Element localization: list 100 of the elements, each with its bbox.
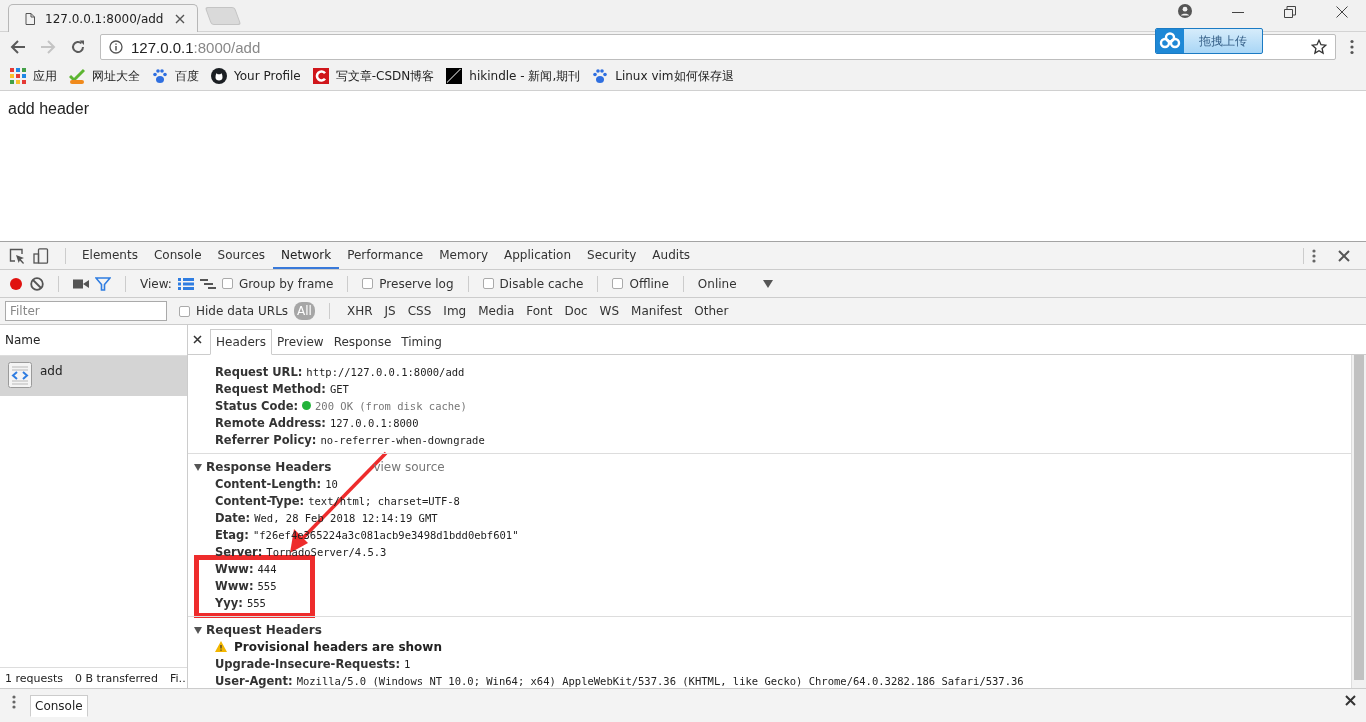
filter-field[interactable]: Filter: [5, 301, 167, 321]
panel-tab[interactable]: Sources: [209, 242, 274, 269]
type-filter[interactable]: Doc: [561, 302, 591, 320]
header-name: Request URL:: [215, 364, 303, 379]
page-icon: [25, 12, 35, 25]
device-icon[interactable]: [33, 247, 49, 264]
header-value: http://127.0.0.1:8000/add: [306, 365, 465, 378]
section-toggle[interactable]: Response Headers: [194, 459, 332, 474]
header-name: Upgrade-Insecure-Requests:: [215, 656, 401, 671]
more-icon[interactable]: [12, 695, 16, 709]
square-icon: [446, 68, 463, 84]
panel-tab[interactable]: Memory: [431, 242, 496, 269]
reload-icon[interactable]: [70, 39, 86, 55]
bookmark[interactable]: 应用: [10, 67, 57, 85]
close-icon[interactable]: [1336, 6, 1348, 18]
more-icon[interactable]: [1312, 248, 1316, 263]
profile-icon[interactable]: [1178, 4, 1192, 18]
checkbox[interactable]: [221, 278, 233, 289]
record-icon[interactable]: [8, 275, 24, 292]
panel-tab[interactable]: Performance: [339, 242, 432, 269]
waterfall-icon[interactable]: [199, 277, 216, 290]
browser-tab[interactable]: 127.0.0.1:8000/add: [8, 4, 198, 32]
header-name: Server:: [215, 544, 263, 559]
star-icon[interactable]: [1311, 39, 1327, 55]
detail-tab[interactable]: Preview: [271, 330, 329, 354]
close-icon[interactable]: [1345, 695, 1356, 706]
close-icon[interactable]: [193, 335, 202, 344]
cat-icon: [211, 68, 227, 84]
header-value: Mozilla/5.0 (Windows NT 10.0; Win64; x64) AppleWebKit/537.36 (KHTML, like Gecko) Chrome/64.0.3282.186 Safari/537.36: [296, 674, 1024, 687]
header-name: Content-Length:: [215, 476, 322, 491]
close-icon[interactable]: [1338, 249, 1350, 262]
section-toggle[interactable]: Request Headers: [194, 622, 322, 637]
request-row[interactable]: add: [0, 356, 187, 396]
header-name: Www:: [215, 578, 254, 593]
drawer-tab[interactable]: Console: [30, 695, 88, 717]
type-filter[interactable]: JS: [381, 302, 399, 320]
menu-icon[interactable]: [1350, 39, 1354, 55]
header-name: Date:: [215, 510, 251, 525]
detail-tab[interactable]: Timing: [396, 330, 447, 354]
panel-tab[interactable]: Application: [496, 242, 580, 269]
type-filter[interactable]: Manifest: [628, 302, 686, 320]
upload-button[interactable]: 拖拽上传: [1155, 28, 1263, 54]
warning-text: Provisional headers are shown: [234, 639, 442, 654]
cloud-icon: [1156, 29, 1184, 53]
restore-icon[interactable]: [1284, 6, 1296, 18]
bookmark[interactable]: 写文章-CSDN博客: [312, 67, 435, 85]
header-name: Remote Address:: [215, 415, 326, 430]
type-filter[interactable]: Img: [440, 302, 470, 320]
status-dot: [302, 401, 312, 410]
type-filter[interactable]: Other: [691, 302, 732, 320]
back-icon[interactable]: [10, 39, 26, 55]
page-text: add header: [8, 100, 89, 118]
close-icon[interactable]: [175, 13, 185, 24]
type-filter[interactable]: CSS: [404, 302, 435, 320]
header-value: 444: [257, 562, 277, 575]
clear-icon[interactable]: [30, 276, 44, 291]
scrollbar[interactable]: [1351, 355, 1366, 688]
checkbox-label[interactable]: Offline: [629, 276, 669, 291]
header-value: Wed, 28 Feb 2018 12:14:19 GMT: [254, 511, 438, 524]
checkbox[interactable]: [482, 278, 494, 289]
filter-icon[interactable]: [95, 276, 111, 291]
info-icon: [109, 40, 123, 54]
panel-tab[interactable]: Audits: [644, 242, 699, 269]
header-value: GET: [329, 382, 349, 395]
panel-tab[interactable]: Elements: [74, 242, 146, 269]
checkbox-label[interactable]: Disable cache: [499, 276, 584, 291]
panel-tab[interactable]: Console: [145, 242, 210, 269]
bookmark[interactable]: Linux vim如何保存退: [592, 67, 734, 85]
detail-tab[interactable]: Response: [328, 330, 397, 354]
list-icon[interactable]: [177, 277, 194, 290]
checkbox-label[interactable]: Group by frame: [238, 276, 334, 291]
detail-tab[interactable]: Headers: [210, 329, 272, 355]
type-filter[interactable]: Media: [475, 302, 518, 320]
checkbox-label[interactable]: Preserve log: [379, 276, 454, 291]
bookmark[interactable]: Your Profile: [211, 68, 301, 84]
header-name: Request Method:: [215, 381, 326, 396]
camera-icon[interactable]: [73, 277, 89, 290]
type-filter[interactable]: XHR: [343, 302, 376, 320]
inspect-icon[interactable]: [9, 247, 25, 264]
status-text: 1 requests: [5, 671, 64, 685]
warning-icon: [215, 641, 227, 652]
view-source-link[interactable]: view source: [373, 459, 445, 474]
type-filter[interactable]: Font: [523, 302, 556, 320]
bookmark[interactable]: hikindle - 新闻,期刊: [446, 67, 581, 85]
scroll-thumb[interactable]: [1354, 355, 1364, 680]
header-value: 200 OK (from disk cache): [315, 399, 467, 412]
check-icon: [69, 68, 85, 84]
checkbox[interactable]: [362, 278, 374, 289]
header-name: Etag:: [215, 527, 249, 542]
checkbox[interactable]: [179, 305, 190, 317]
bookmark[interactable]: 百度: [152, 67, 199, 85]
throttle-dropdown[interactable]: Online: [697, 276, 773, 291]
header-name: Yyy:: [215, 595, 243, 610]
bookmark[interactable]: 网址大全: [69, 67, 140, 85]
panel-tab[interactable]: Security: [579, 242, 645, 269]
header-value: no-referrer-when-downgrade: [320, 433, 485, 446]
checkbox-label[interactable]: Hide data URLs: [196, 304, 289, 318]
type-filter[interactable]: WS: [596, 302, 623, 320]
checkbox[interactable]: [612, 278, 624, 289]
paw-icon: [152, 68, 168, 84]
